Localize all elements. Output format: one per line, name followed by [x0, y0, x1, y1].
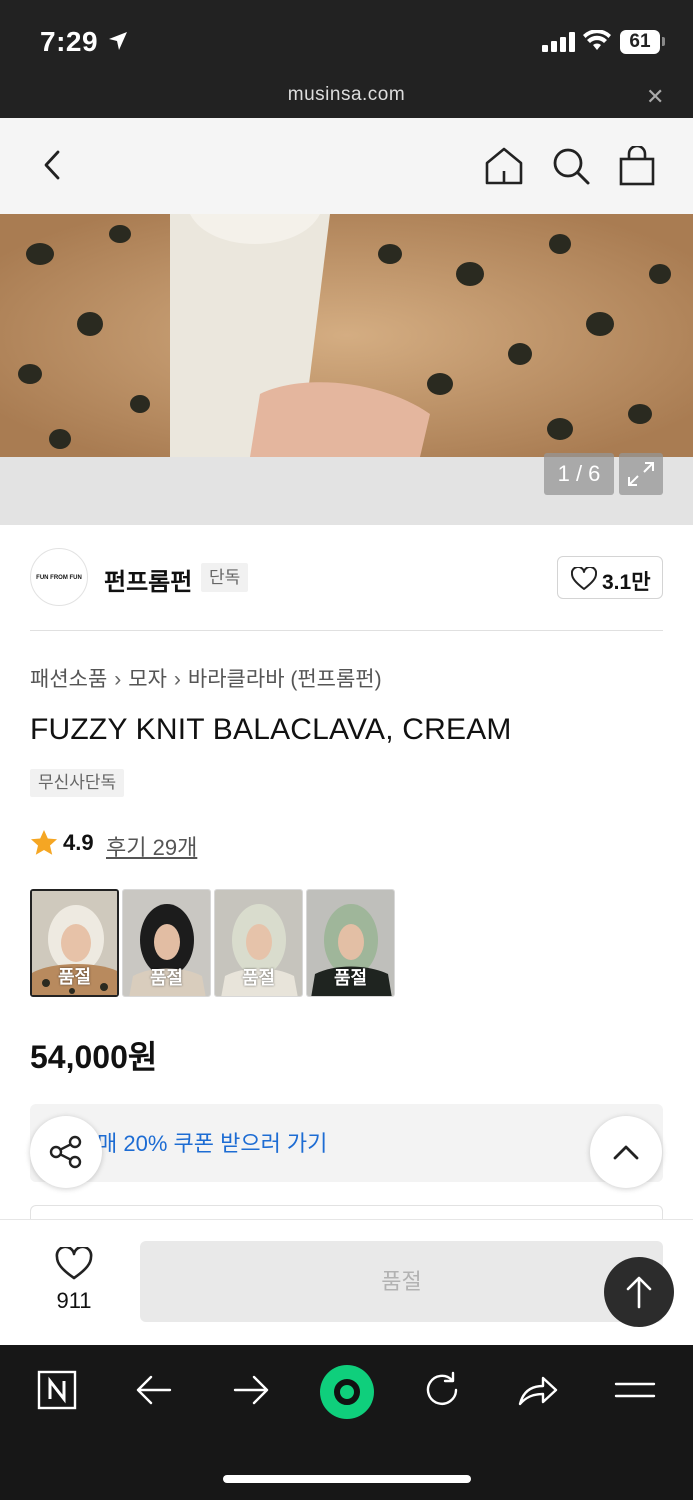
search-icon[interactable]: [551, 146, 591, 186]
heart-icon: [571, 567, 597, 590]
back-icon[interactable]: [36, 148, 70, 182]
collapse-button[interactable]: [590, 1116, 662, 1188]
battery-tip: [662, 37, 665, 46]
breadcrumb-item[interactable]: 패션소품: [30, 663, 107, 693]
option-thumbnail[interactable]: 품절: [214, 889, 303, 997]
exclusive-badge: 무신사단독: [30, 769, 125, 797]
breadcrumb-item[interactable]: 모자: [128, 663, 167, 693]
close-icon[interactable]: ✕: [646, 84, 664, 110]
option-thumbnail[interactable]: 품절: [122, 889, 211, 997]
brand-exclusive-badge: 단독: [201, 563, 249, 592]
expand-button[interactable]: [619, 453, 663, 495]
brand-logo[interactable]: FUN FROM FUN: [30, 548, 88, 606]
arrow-left-icon[interactable]: [135, 1370, 173, 1410]
arrow-up-icon: [626, 1276, 652, 1309]
wifi-icon: [583, 30, 611, 50]
brand-like-button[interactable]: 3.1만: [557, 556, 663, 599]
expand-icon: [628, 462, 654, 486]
chevron-right-icon: ›: [173, 668, 181, 691]
url-bar[interactable]: musinsa.com: [0, 84, 693, 106]
battery-indicator: 61: [620, 30, 660, 54]
product-title: FUZZY KNIT BALACLAVA, CREAM: [30, 713, 512, 746]
shopping-bag-icon[interactable]: [618, 146, 656, 186]
arrow-right-icon[interactable]: [232, 1370, 270, 1410]
hero-photo: [0, 214, 693, 457]
home-icon[interactable]: [484, 146, 524, 186]
wishlist-count: 911: [56, 1288, 92, 1313]
menu-icon[interactable]: [614, 1370, 656, 1410]
naver-icon[interactable]: [37, 1370, 77, 1410]
signal-icon: [542, 32, 575, 52]
home-indicator: [223, 1475, 471, 1483]
clock: 7:29: [40, 26, 99, 57]
share-nodes-icon: [49, 1135, 82, 1169]
coupon-link[interactable]: 매 20% 쿠폰 받으러 가기: [97, 1126, 327, 1158]
option-thumbnails: 품절 품절 품절 품절: [30, 889, 400, 999]
status-bar: 7:29 61 musinsa.com ✕: [0, 0, 693, 118]
image-counter: 1 / 6: [544, 453, 614, 495]
share-button[interactable]: [30, 1116, 102, 1188]
product-hero-image[interactable]: [0, 214, 693, 457]
soldout-label: 품절: [333, 968, 368, 988]
product-price: 54,000원: [30, 1039, 158, 1075]
soldout-label: 품절: [57, 967, 92, 987]
breadcrumb: 패션소품 › 모자 › 바라클라바 (펀프롬펀): [30, 663, 382, 693]
soldout-button[interactable]: 품절: [140, 1241, 663, 1322]
breadcrumb-item[interactable]: 바라클라바 (펀프롬펀): [188, 663, 382, 693]
share-icon[interactable]: [517, 1370, 559, 1410]
wishlist-heart-icon[interactable]: [55, 1247, 93, 1281]
chevron-right-icon: ›: [114, 668, 122, 691]
reload-icon[interactable]: [422, 1370, 462, 1410]
scroll-top-button[interactable]: [604, 1257, 674, 1327]
green-dot-icon[interactable]: [319, 1364, 375, 1420]
option-thumbnail[interactable]: 품절: [306, 889, 395, 997]
star-icon: [31, 830, 57, 855]
top-navigation: [0, 118, 693, 214]
option-thumbnail[interactable]: 품절: [30, 889, 119, 997]
divider: [30, 630, 663, 631]
reviews-link[interactable]: 후기 29개: [106, 830, 197, 862]
soldout-label: 품절: [241, 968, 276, 988]
chevron-up-icon: [613, 1145, 639, 1160]
location-arrow-icon: [109, 32, 127, 50]
brand-like-count: 3.1만: [602, 571, 651, 594]
soldout-label: 품절: [149, 968, 184, 988]
rating-score: 4.9: [63, 830, 94, 855]
brand-name[interactable]: 펀프롬펀: [104, 562, 192, 597]
